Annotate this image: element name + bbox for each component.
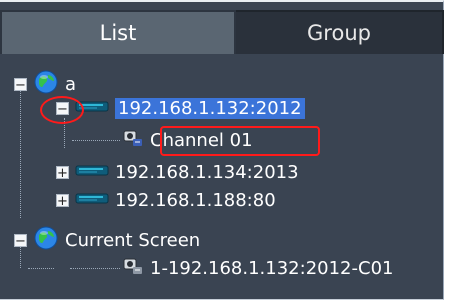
device-icon (75, 190, 109, 211)
tree-node-label: 192.168.1.134:2013 (115, 161, 299, 183)
tree-node-channel-01[interactable]: Channel 01 (120, 126, 253, 154)
collapse-toggle[interactable]: − (14, 77, 27, 92)
tab-group-label: Group (307, 21, 371, 45)
tab-group[interactable]: Group (236, 10, 444, 54)
camera-icon (120, 126, 144, 155)
tree-node-current-screen[interactable]: − Current Screen (14, 226, 200, 254)
tree-node-device-3[interactable]: + 192.168.1.188:80 (56, 186, 276, 214)
tab-list[interactable]: List (0, 10, 236, 54)
camera-icon (120, 254, 144, 283)
tree-guide-line (64, 118, 65, 148)
collapse-toggle[interactable]: − (14, 233, 27, 248)
device-icon (75, 162, 109, 183)
tree-node-device-1[interactable]: − 192.168.1.132:2012 (56, 94, 305, 122)
tree-guide-line (72, 140, 120, 141)
tree-node-device-2[interactable]: + 192.168.1.134:2013 (56, 158, 299, 186)
tree-node-label: a (65, 73, 77, 95)
device-icon (75, 98, 109, 119)
tree-node-label: 1-192.168.1.132:2012-C01 (150, 257, 394, 279)
tree-node-screen-channel[interactable]: 1-192.168.1.132:2012-C01 (120, 254, 393, 282)
tree-guide-line (70, 268, 120, 269)
globe-icon (33, 225, 59, 256)
collapse-toggle[interactable]: − (56, 101, 69, 116)
tree-node-label: Current Screen (65, 229, 201, 251)
device-tree: − a − 192.168.1.132:2012 Channel 01 + 19… (0, 54, 444, 302)
tree-node-label: 192.168.1.188:80 (115, 189, 276, 211)
tree-guide-line (28, 268, 54, 269)
expand-toggle[interactable]: + (56, 165, 69, 180)
tree-node-label: 192.168.1.132:2012 (115, 97, 305, 119)
tree-node-label: Channel 01 (150, 129, 253, 151)
tree-guide-line (20, 90, 21, 218)
expand-toggle[interactable]: + (56, 193, 69, 208)
device-tree-panel: List Group − a − 192.168.1.132:2012 Chan… (0, 0, 444, 300)
tab-list-label: List (99, 21, 137, 45)
